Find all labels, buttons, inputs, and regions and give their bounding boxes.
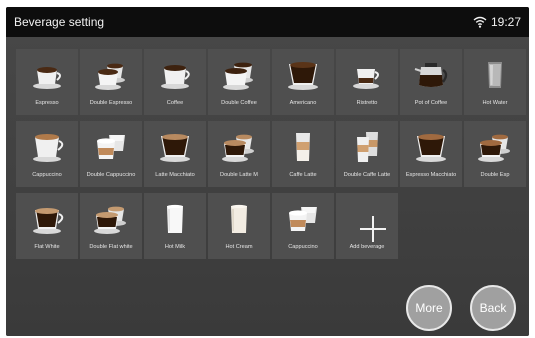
beverage-tile-hot-water[interactable]: Hot Water <box>464 49 526 115</box>
beverage-tile-espresso-macchiato[interactable]: Espresso Macchiato <box>400 121 462 187</box>
beverage-label: Espresso Macchiato <box>405 172 457 178</box>
hot-milk-glass-icon <box>167 204 183 233</box>
back-button[interactable]: Back <box>470 285 516 331</box>
beverage-tile-hot-milk[interactable]: Hot Milk <box>144 193 206 259</box>
americano-cup-icon <box>288 62 318 90</box>
beverage-tile-americano[interactable]: Americano <box>272 49 334 115</box>
coffee-pot-icon <box>414 63 448 87</box>
beverage-label: Ristretto <box>356 100 378 106</box>
plus-icon <box>347 203 387 242</box>
coffee-machine-screen: Beverage setting 19:27 Espresso Double E… <box>6 7 529 336</box>
espresso-cup-icon <box>33 67 61 89</box>
beverage-label: Double Coffee <box>221 100 257 106</box>
beverage-tile-double-caffe-latte[interactable]: Double Caffe Latte <box>336 121 398 187</box>
beverage-tile-hot-cream[interactable]: Hot Cream <box>208 193 270 259</box>
cappuccino-cups-icon <box>289 207 317 231</box>
status-bar: Beverage setting 19:27 <box>6 7 529 37</box>
flat-white-cup-icon <box>33 208 64 234</box>
beverage-tile-flat-white[interactable]: Flat White <box>16 193 78 259</box>
ristretto-cup-icon <box>353 69 379 89</box>
beverage-label: Double Esp <box>480 172 510 178</box>
double-latte-macchiato-cups-icon <box>222 134 254 162</box>
beverage-label: Double Cappuccino <box>86 172 136 178</box>
beverage-tile-cappuccino[interactable]: Cappuccino <box>16 121 78 187</box>
beverage-label: Flat White <box>34 244 60 250</box>
beverage-label: Cappuccino <box>288 244 318 250</box>
coffee-cup-icon <box>161 65 190 89</box>
beverage-label: Hot Water <box>482 100 508 106</box>
beverage-label: Coffee <box>166 100 184 106</box>
beverage-label: Americano <box>289 100 317 106</box>
beverage-tile-double-latte-macchiato[interactable]: Double Latte M <box>208 121 270 187</box>
cappuccino-cup-icon <box>33 134 64 162</box>
beverage-tile-double-espresso[interactable]: Double Espresso <box>80 49 142 115</box>
beverage-label: Hot Milk <box>164 244 186 250</box>
beverage-label: Double Espresso <box>89 100 133 106</box>
page-title: Beverage setting <box>14 15 105 29</box>
wifi-icon <box>473 16 487 28</box>
clock: 19:27 <box>490 15 521 29</box>
beverage-label: Latte Macchiato <box>155 172 195 178</box>
water-glass-icon <box>488 62 502 88</box>
beverage-label: Cappuccino <box>32 172 62 178</box>
add-beverage-label: Add beverage <box>349 244 385 250</box>
beverage-label: Espresso <box>35 100 59 106</box>
beverage-tile-caffe-latte[interactable]: Caffe Latte <box>272 121 334 187</box>
add-beverage-tile[interactable]: Add beverage <box>336 193 398 259</box>
double-caffe-latte-glasses-icon <box>357 132 378 162</box>
caffe-latte-glass-icon <box>296 133 310 161</box>
latte-macchiato-cup-icon <box>160 134 190 162</box>
espresso-macchiato-cup-icon <box>416 134 446 162</box>
beverage-tile-double-cappuccino[interactable]: Double Cappuccino <box>80 121 142 187</box>
beverage-label: Pot of Coffee <box>414 100 448 106</box>
beverage-tile-double-flat-white[interactable]: Double Flat white <box>80 193 142 259</box>
double-espresso-cups-icon <box>95 63 125 90</box>
beverage-label: Double Latte M <box>220 172 258 178</box>
beverage-grid: Espresso Double Espresso Coffee Double C… <box>6 37 529 336</box>
beverage-tile-double-espresso-macchiato[interactable]: Double Esp <box>464 121 526 187</box>
double-cappuccino-cups-icon <box>97 135 125 159</box>
beverage-label: Hot Cream <box>225 244 253 250</box>
beverage-tile-coffee[interactable]: Coffee <box>144 49 206 115</box>
beverage-tile-ristretto[interactable]: Ristretto <box>336 49 398 115</box>
beverage-tile-espresso[interactable]: Espresso <box>16 49 78 115</box>
beverage-tile-latte-macchiato[interactable]: Latte Macchiato <box>144 121 206 187</box>
beverage-tile-double-coffee[interactable]: Double Coffee <box>208 49 270 115</box>
double-flat-white-cups-icon <box>94 206 126 234</box>
beverage-tile-cappuccino-2[interactable]: Cappuccino <box>272 193 334 259</box>
double-espresso-macchiato-cups-icon <box>478 134 510 162</box>
beverage-label: Caffe Latte <box>289 172 317 178</box>
beverage-label: Double Caffe Latte <box>343 172 391 178</box>
double-coffee-cups-icon <box>223 62 253 90</box>
beverage-tile-pot-of-coffee[interactable]: Pot of Coffee <box>400 49 462 115</box>
hot-cream-glass-icon <box>231 204 247 233</box>
more-button[interactable]: More <box>406 285 452 331</box>
beverage-label: Double Flat white <box>89 244 133 250</box>
